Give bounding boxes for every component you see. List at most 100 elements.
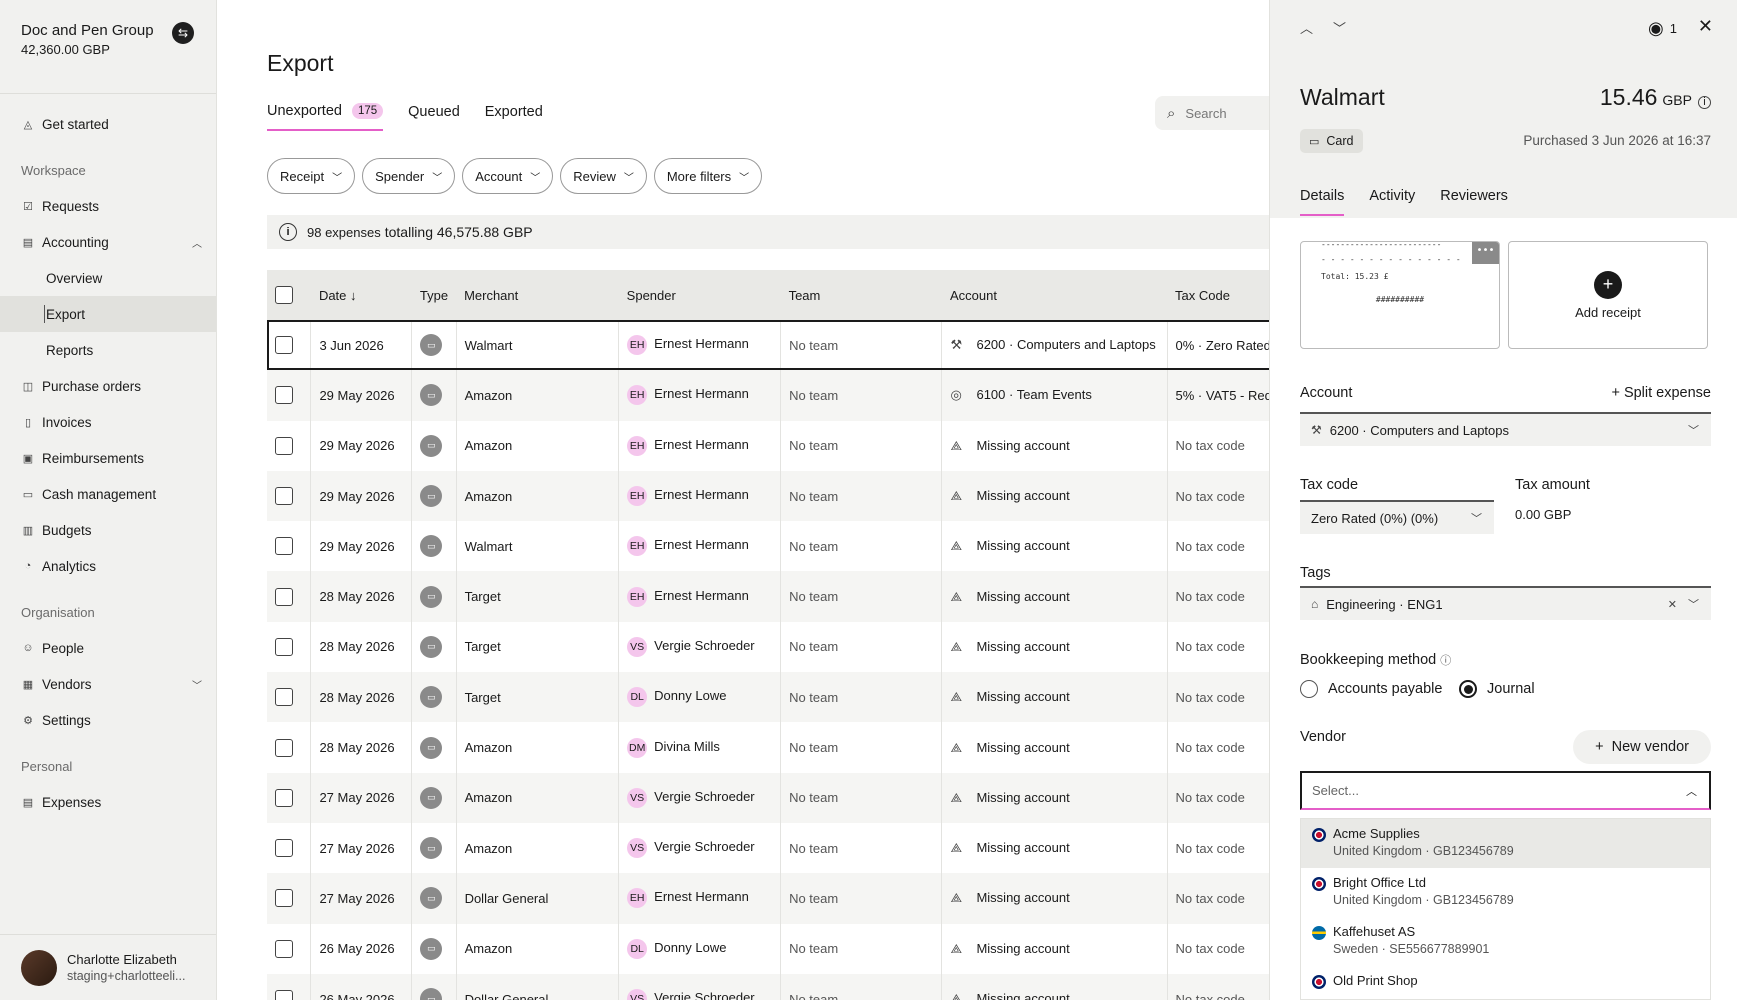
sidebar-item-purchase-orders[interactable]: ◫ Purchase orders: [0, 368, 216, 404]
row-checkbox[interactable]: [275, 386, 293, 405]
table-row[interactable]: 27 May 2026 ▭ Dollar General EH Ernest He…: [267, 873, 1269, 924]
table-row[interactable]: 28 May 2026 ▭ Target DL Donny Lowe No tea…: [267, 672, 1269, 723]
table-row[interactable]: 28 May 2026 ▭ Target VS Vergie Schroeder …: [267, 621, 1269, 673]
split-expense-button[interactable]: + Split expense: [1611, 385, 1711, 401]
filter-account[interactable]: Account ﹀: [462, 158, 554, 194]
sidebar-item-accounting[interactable]: ▤ Accounting ︿: [0, 224, 216, 260]
tax-code-select[interactable]: Zero Rated (0%) (0%) ﹀: [1300, 500, 1494, 534]
table-row[interactable]: 27 May 2026 ▭ Amazon VS Vergie Schroeder …: [267, 772, 1269, 823]
row-checkbox[interactable]: [275, 436, 293, 455]
search-input[interactable]: ⌕ Search: [1155, 96, 1269, 130]
sidebar-item-requests[interactable]: ☑ Requests: [0, 188, 216, 224]
sidebar-item-people[interactable]: ☺ People: [0, 630, 216, 666]
card-icon: ▭: [420, 434, 443, 457]
eye-icon: ◉: [1648, 18, 1664, 38]
row-checkbox[interactable]: [275, 587, 293, 606]
avatar: VS: [627, 636, 648, 657]
tab-activity[interactable]: Activity: [1369, 188, 1415, 216]
col-merchant[interactable]: Merchant: [456, 270, 619, 320]
receipt-thumbnail[interactable]: ------------------------- - - - - - - - …: [1300, 241, 1500, 349]
vendor-option[interactable]: Old Print Shop: [1301, 966, 1710, 999]
more-icon[interactable]: •••: [1472, 242, 1499, 264]
info-icon[interactable]: i: [1698, 95, 1711, 109]
clear-icon[interactable]: ✕: [1668, 598, 1677, 611]
radio-accounts-payable[interactable]: Accounts payable: [1300, 680, 1442, 698]
filter-receipt[interactable]: Receipt ﹀: [267, 158, 356, 194]
table-row[interactable]: 26 May 2026 ▭ Amazon DL Donny Lowe No tea…: [267, 923, 1269, 974]
sidebar-item-expenses[interactable]: ▤ Expenses: [0, 784, 216, 820]
col-date[interactable]: Date ↓: [311, 270, 412, 320]
row-checkbox[interactable]: [275, 487, 293, 506]
sidebar-item-get-started[interactable]: ◬ Get started: [0, 106, 216, 142]
sidebar-item-export[interactable]: Export: [0, 296, 216, 332]
shapes-icon: ⟁: [950, 437, 963, 453]
vendor-option[interactable]: Acme Supplies United Kingdom · GB1234567…: [1301, 819, 1710, 868]
chevron-down-icon[interactable]: ﹀: [1333, 18, 1346, 37]
tags-select[interactable]: ⌂ Engineering · ENG1 ✕ ﹀: [1300, 586, 1711, 620]
filter-more[interactable]: More filters ﹀: [653, 158, 763, 194]
col-spender[interactable]: Spender: [619, 270, 781, 320]
help-icon[interactable]: ⓘ: [1440, 655, 1451, 667]
sidebar-item-budgets[interactable]: ▥ Budgets: [0, 512, 216, 548]
row-checkbox[interactable]: [275, 788, 293, 807]
row-checkbox[interactable]: [275, 839, 293, 858]
row-checkbox[interactable]: [275, 939, 293, 958]
vendor-option[interactable]: Bright Office Ltd United Kingdom · GB123…: [1301, 868, 1710, 917]
sidebar-item-reports[interactable]: Reports: [0, 332, 216, 368]
row-checkbox[interactable]: [275, 738, 293, 757]
tab-unexported[interactable]: Unexported 175: [267, 103, 384, 131]
tab-exported[interactable]: Exported: [485, 103, 543, 131]
table-row[interactable]: 29 May 2026 ▭ Walmart EH Ernest Hermann N…: [267, 521, 1269, 572]
select-all-checkbox[interactable]: [275, 286, 293, 304]
tab-queued[interactable]: Queued: [408, 103, 460, 131]
sidebar-item-settings[interactable]: ⚙ Settings: [0, 702, 216, 738]
col-tax-code[interactable]: Tax Code: [1167, 270, 1269, 320]
table-row[interactable]: 3 Jun 2026 ▭ Walmart EH Ernest Hermann No…: [267, 320, 1269, 371]
account-select[interactable]: ⚒ 6200 · Computers and Laptops ﹀: [1300, 412, 1711, 446]
col-account[interactable]: Account: [942, 270, 1167, 320]
table-row[interactable]: 28 May 2026 ▭ Amazon DM Divina Mills No t…: [267, 722, 1269, 773]
sidebar-item-analytics[interactable]: ◔ Analytics: [0, 548, 216, 584]
table-row[interactable]: 29 May 2026 ▭ Amazon EH Ernest Hermann No…: [267, 370, 1269, 421]
table-row[interactable]: 29 May 2026 ▭ Amazon EH Ernest Hermann No…: [267, 470, 1269, 522]
table-row[interactable]: 27 May 2026 ▭ Amazon VS Vergie Schroeder …: [267, 822, 1269, 874]
close-icon[interactable]: ✕: [1698, 16, 1713, 37]
row-checkbox[interactable]: [275, 336, 293, 355]
cell-date: 26 May 2026: [310, 923, 413, 974]
row-checkbox[interactable]: [275, 688, 293, 707]
sidebar-item-invoices[interactable]: ▯ Invoices: [0, 404, 216, 440]
arrow-down-icon: ↓: [350, 287, 357, 303]
filter-review[interactable]: Review ﹀: [560, 158, 647, 194]
org-balance: 42,360.00 GBP: [21, 42, 110, 57]
table-row[interactable]: 29 May 2026 ▭ Amazon EH Ernest Hermann No…: [267, 420, 1269, 471]
col-team[interactable]: Team: [781, 270, 942, 320]
row-checkbox[interactable]: [275, 637, 293, 656]
org-switcher[interactable]: Doc and Pen Group 42,360.00 GBP ⇆: [0, 0, 216, 94]
col-type[interactable]: Type: [412, 270, 456, 320]
shapes-icon: ⟁: [950, 689, 963, 705]
sidebar-item-reimbursements[interactable]: ▣ Reimbursements: [0, 440, 216, 476]
vendor-option[interactable]: Kaffehuset AS Sweden · SE556677889901: [1301, 917, 1710, 966]
row-checkbox[interactable]: [275, 889, 293, 908]
filter-spender[interactable]: Spender ﹀: [362, 158, 456, 194]
cell-account: ⟁ Missing account: [941, 973, 1168, 1000]
cell-merchant: Amazon: [456, 923, 620, 974]
add-receipt-button[interactable]: + Add receipt: [1508, 241, 1708, 349]
viewers[interactable]: ◉ 1: [1648, 18, 1677, 39]
row-checkbox[interactable]: [275, 990, 293, 1000]
chevron-up-icon[interactable]: ︿: [1300, 18, 1313, 37]
sidebar-item-cash-management[interactable]: ▭ Cash management: [0, 476, 216, 512]
sidebar-item-overview[interactable]: Overview: [0, 260, 216, 296]
tab-details[interactable]: Details: [1300, 188, 1345, 216]
switch-org-icon[interactable]: ⇆: [172, 22, 194, 44]
radio-journal[interactable]: Journal: [1459, 680, 1535, 698]
tab-reviewers[interactable]: Reviewers: [1440, 188, 1508, 216]
row-checkbox[interactable]: [275, 537, 293, 556]
avatar: VS: [627, 838, 648, 859]
table-row[interactable]: 26 May 2026 ▭ Dollar General VS Vergie Sc…: [267, 973, 1269, 1000]
vendor-select[interactable]: Select... ︿: [1300, 771, 1711, 810]
new-vendor-button[interactable]: + New vendor: [1573, 730, 1711, 764]
table-row[interactable]: 28 May 2026 ▭ Target EH Ernest Hermann No…: [267, 571, 1269, 622]
user-menu[interactable]: Charlotte Elizabeth staging+charlotteeli…: [0, 934, 216, 1000]
sidebar-item-vendors[interactable]: ▦ Vendors ﹀: [0, 666, 216, 702]
